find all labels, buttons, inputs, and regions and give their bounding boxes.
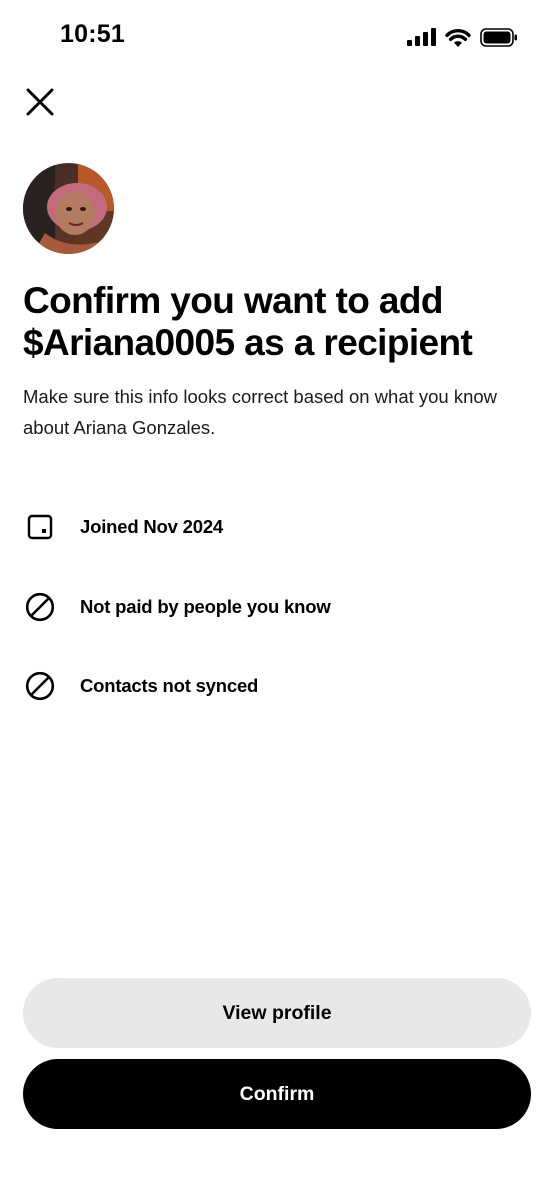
battery-icon <box>480 27 518 47</box>
info-item-label: Not paid by people you know <box>80 596 331 617</box>
page-subtitle: Make sure this info looks correct based … <box>23 386 498 438</box>
view-profile-button[interactable]: View profile <box>23 978 531 1048</box>
close-button[interactable] <box>22 86 58 122</box>
status-time: 10:51 <box>60 20 125 48</box>
joined-date-icon <box>23 510 57 544</box>
info-item-label: Joined Nov 2024 <box>80 516 224 537</box>
info-item-contacts: Contacts not synced <box>23 669 523 703</box>
prohibited-icon <box>23 669 57 703</box>
info-item-joined: Joined Nov 2024 <box>23 510 523 544</box>
close-icon <box>26 88 54 121</box>
cellular-signal-icon <box>407 28 436 46</box>
info-item-not-paid: Not paid by people you know <box>23 590 523 624</box>
wifi-icon <box>445 28 471 47</box>
info-item-label: Contacts not synced <box>80 675 259 696</box>
page-title: Confirm you want to add $Ariana0005 as a… <box>23 280 473 363</box>
confirm-button[interactable]: Confirm <box>23 1059 531 1129</box>
status-icons <box>407 24 518 50</box>
avatar <box>23 163 114 254</box>
prohibited-icon <box>23 590 57 624</box>
status-bar: 10:51 <box>0 0 554 72</box>
